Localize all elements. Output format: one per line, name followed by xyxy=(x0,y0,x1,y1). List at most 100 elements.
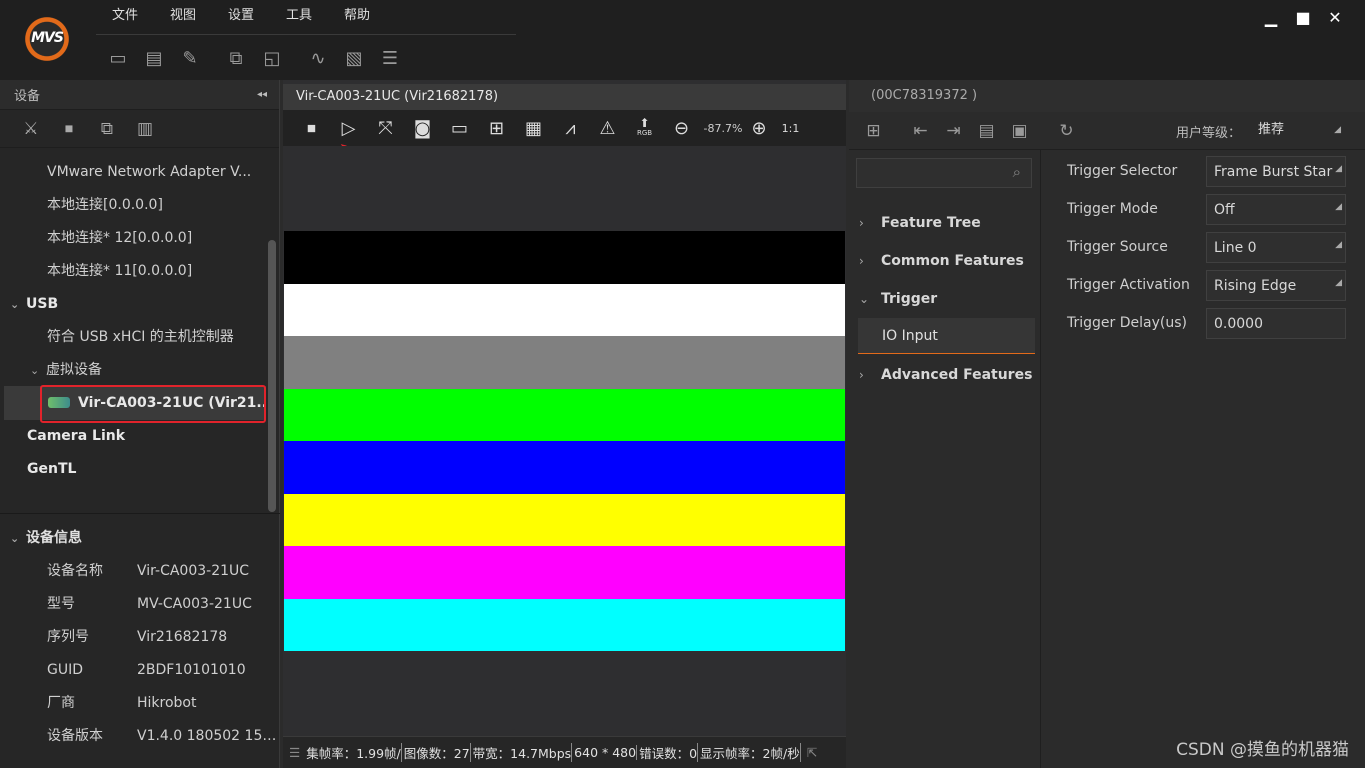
chevron-down-icon: ⌄ xyxy=(859,292,870,306)
stop-icon[interactable]: ⏹ xyxy=(50,114,88,144)
fit-window-icon[interactable]: ⤧ xyxy=(367,113,404,143)
tree-scrollbar[interactable] xyxy=(268,240,276,512)
category-trigger[interactable]: ⌄ Trigger xyxy=(859,282,937,316)
tree-item-camera-link[interactable]: Camera Link xyxy=(27,420,125,453)
color-bar-1 xyxy=(284,283,845,336)
menu-help[interactable]: 帮助 xyxy=(328,6,386,26)
image-viewport[interactable] xyxy=(283,146,846,736)
tree-item-virtual-device[interactable]: ⌄ 虚拟设备 xyxy=(30,354,102,387)
tree-item-gentl[interactable]: GenTL xyxy=(27,453,76,486)
save-params-icon[interactable]: ▣ xyxy=(1003,116,1036,146)
user-level-select[interactable]: 推荐 ◢ xyxy=(1250,116,1345,144)
minimize-button[interactable]: ▁ xyxy=(1255,6,1287,28)
camera-snapshot-icon[interactable]: ◙ xyxy=(404,113,441,143)
status-errors: 错误数：0 xyxy=(637,743,699,762)
category-item-io-input[interactable]: IO Input xyxy=(858,318,1035,354)
list-icon[interactable]: ☰ xyxy=(372,43,408,73)
disconnect-icon[interactable]: ⚔ xyxy=(12,114,50,144)
actual-size-button[interactable]: 1:1 xyxy=(772,113,809,143)
refresh-icon[interactable]: ↻ xyxy=(1050,116,1083,146)
property-name: Trigger Selector xyxy=(1067,163,1178,179)
close-button[interactable]: ✕ xyxy=(1319,6,1351,28)
dropdown-corner-icon: ◢ xyxy=(1334,125,1341,135)
panel-divider xyxy=(0,513,280,514)
histogram-icon[interactable]: ⩘ xyxy=(552,113,589,143)
device-panel-header: 设备 ◂◂ xyxy=(0,80,279,110)
expand-arrow-icon[interactable]: ⇱ xyxy=(801,745,817,760)
save-icon[interactable]: ▤ xyxy=(136,43,172,73)
dropdown-corner-icon: ◢ xyxy=(1335,164,1342,174)
color-bar-4 xyxy=(284,441,845,494)
info-row: 设备名称 Vir-CA003-21UC xyxy=(47,563,250,579)
zoom-in-icon[interactable]: ⊕ xyxy=(746,113,772,143)
window-controls: ▁ ■ ✕ xyxy=(1255,6,1351,28)
chevron-down-icon[interactable]: ⌄ xyxy=(30,354,46,387)
info-row: GUID 2BDF10101010 xyxy=(47,662,246,678)
color-bar-image xyxy=(284,231,845,651)
chevron-right-icon: › xyxy=(859,254,864,268)
document-icon[interactable]: ▤ xyxy=(970,116,1003,146)
app-logo: MVS xyxy=(24,16,70,62)
device-panel-title: 设备 xyxy=(14,89,41,104)
menu-settings[interactable]: 设置 xyxy=(212,6,270,26)
zoom-level: -87.7% xyxy=(703,121,743,135)
tree-item-usb-controller[interactable]: 符合 USB xHCI 的主机控制器 xyxy=(47,321,234,354)
property-row: Trigger Source Line 0 ◢ xyxy=(1041,226,1365,264)
expand-all-icon[interactable]: ⊞ xyxy=(857,116,890,146)
record-video-icon[interactable]: ▭ xyxy=(441,113,478,143)
chevron-down-icon[interactable]: ⌄ xyxy=(10,288,26,321)
rgb-export-icon[interactable]: ⬆ RGB xyxy=(626,113,663,143)
save-as-icon[interactable]: ✎ xyxy=(172,43,208,73)
zoom-out-icon[interactable]: ⊖ xyxy=(663,113,700,143)
color-bar-7 xyxy=(284,598,845,651)
split-grid-icon[interactable]: ▦ xyxy=(515,113,552,143)
display-switch-icon[interactable]: ⧉ xyxy=(218,43,254,73)
menu-divider xyxy=(96,34,516,35)
menu-tools[interactable]: 工具 xyxy=(270,6,328,26)
tree-item-usb[interactable]: ⌄ USB xyxy=(10,288,58,321)
stop-acquisition-icon[interactable]: ⏹ xyxy=(293,113,330,143)
status-collect-fps: 集帧率：1.99帧/ xyxy=(304,743,402,762)
tree-item-local-conn-12[interactable]: 本地连接* 12[0.0.0.0] xyxy=(47,222,192,255)
dropdown-corner-icon: ◢ xyxy=(1335,202,1342,212)
device-info-header[interactable]: ⌄ 设备信息 xyxy=(0,522,280,555)
warning-triangle-icon[interactable]: ⚠ xyxy=(589,113,626,143)
category-advanced-features[interactable]: › Advanced Features xyxy=(859,358,1032,392)
color-bar-2 xyxy=(284,336,845,389)
menu-file[interactable]: 文件 xyxy=(96,6,154,26)
collapse-panel-icon[interactable]: ◂◂ xyxy=(257,89,267,100)
category-feature-tree[interactable]: › Feature Tree xyxy=(859,206,981,240)
feature-search-input[interactable]: ⌕ xyxy=(856,158,1032,188)
tree-item-local-conn-11[interactable]: 本地连接* 11[0.0.0.0] xyxy=(47,255,192,288)
image-view-tab[interactable]: Vir-CA003-21UC (Vir21682178) xyxy=(283,84,846,110)
image-toolbar: ⏹ ▷ ⤧ ◙ ▭ ⊞ ▦ ⩘ ⚠ ⬆ RGB ⊖ -87.7% ⊕ 1:1 xyxy=(283,110,846,146)
grid-icon[interactable]: ⊞ xyxy=(478,113,515,143)
waveform-icon[interactable]: ∿ xyxy=(300,43,336,73)
export-icon[interactable]: ⇥ xyxy=(937,116,970,146)
trigger-mode-select[interactable]: Off ◢ xyxy=(1206,194,1346,225)
status-bandwidth: 带宽：14.7Mbps xyxy=(471,743,573,762)
property-row: Trigger Selector Frame Burst Star ◢ xyxy=(1041,150,1365,188)
image-info-icon[interactable]: ▧ xyxy=(336,43,372,73)
refresh-device-icon[interactable]: ⧉ xyxy=(88,114,126,144)
window-icon[interactable]: ◱ xyxy=(254,43,290,73)
trigger-selector-select[interactable]: Frame Burst Star ◢ xyxy=(1206,156,1346,187)
user-level-label: 用户等级： xyxy=(1175,126,1241,141)
trigger-delay-input[interactable]: 0.0000 xyxy=(1206,308,1346,339)
tree-item-vmware[interactable]: VMware Network Adapter V... xyxy=(47,156,251,189)
status-grip-icon: ☰ xyxy=(289,745,301,760)
status-image-count: 图像数：27 xyxy=(402,743,471,762)
import-icon[interactable]: ⇤ xyxy=(904,116,937,146)
device-list-icon[interactable]: ▥ xyxy=(126,114,164,144)
folder-open-icon[interactable]: ▭ xyxy=(100,43,136,73)
search-icon[interactable]: ⌕ xyxy=(1013,163,1021,181)
category-common-features[interactable]: › Common Features xyxy=(859,244,1024,278)
property-row: Trigger Activation Rising Edge ◢ xyxy=(1041,264,1365,302)
maximize-button[interactable]: ■ xyxy=(1287,6,1319,28)
title-bar: MVS 文件 视图 设置 工具 帮助 ▭ ▤ ✎ ⧉ ◱ ∿ ▧ ☰ ▁ ■ ✕ xyxy=(0,0,1365,80)
trigger-activation-select[interactable]: Rising Edge ◢ xyxy=(1206,270,1346,301)
tree-item-local-conn[interactable]: 本地连接[0.0.0.0] xyxy=(47,189,163,222)
menu-view[interactable]: 视图 xyxy=(154,6,212,26)
chevron-down-icon[interactable]: ⌄ xyxy=(10,522,26,555)
trigger-source-select[interactable]: Line 0 ◢ xyxy=(1206,232,1346,263)
